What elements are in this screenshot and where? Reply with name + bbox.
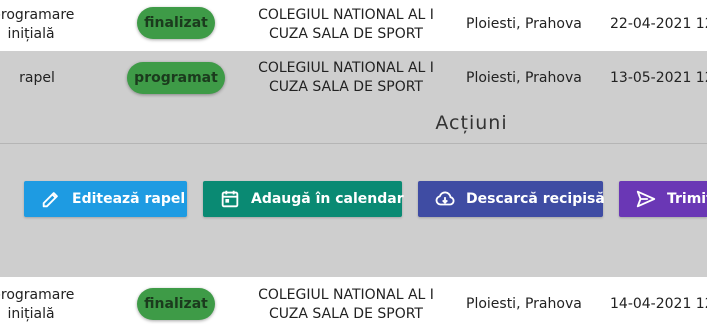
row-date: 13-05-2021 12: [610, 70, 707, 86]
download-receipt-label: Descarcă recipisă: [466, 191, 605, 207]
row-location: COLEGIUL NATIONAL AL I CUZA SALA DE SPOR…: [258, 60, 434, 95]
status-badge: programat: [127, 62, 225, 94]
add-to-calendar-button[interactable]: Adaugă în calendar: [203, 181, 404, 217]
actions-title: Acțiuni: [435, 112, 508, 134]
edit-rapel-button[interactable]: Editează rapel: [24, 181, 187, 217]
row-date: 22-04-2021 12: [610, 16, 707, 32]
row-city: Ploiesti, Prahova: [466, 16, 582, 32]
table-row: programare inițială finalizat COLEGIUL N…: [0, 0, 707, 50]
download-receipt-button[interactable]: Descarcă recipisă: [418, 181, 605, 217]
row-location: COLEGIUL NATIONAL AL I CUZA SALA DE SPOR…: [258, 7, 434, 42]
status-badge: finalizat: [137, 288, 215, 320]
table-row: programare inițială finalizat COLEGIUL N…: [0, 278, 707, 322]
send-label: Trimite: [667, 191, 707, 207]
row-type: programare inițială: [0, 287, 75, 322]
send-button[interactable]: Trimite: [619, 181, 707, 217]
pencil-icon: [42, 192, 58, 208]
row-date: 14-04-2021 12: [610, 296, 707, 312]
cloud-download-icon: [435, 191, 455, 206]
row-location: COLEGIUL NATIONAL AL I CUZA SALA DE SPOR…: [258, 287, 434, 322]
add-to-calendar-label: Adaugă în calendar: [251, 191, 404, 207]
actions-divider: [0, 143, 707, 144]
row-type: programare inițială: [0, 7, 75, 42]
edit-rapel-label: Editează rapel: [72, 191, 186, 207]
row-type: rapel: [19, 70, 55, 86]
row-city: Ploiesti, Prahova: [466, 70, 582, 86]
row-city: Ploiesti, Prahova: [466, 296, 582, 312]
status-badge: finalizat: [137, 7, 215, 39]
expanded-row-panel: rapel programat COLEGIUL NATIONAL AL I C…: [0, 51, 707, 277]
calendar-icon: [221, 190, 239, 208]
send-icon: [636, 190, 656, 208]
